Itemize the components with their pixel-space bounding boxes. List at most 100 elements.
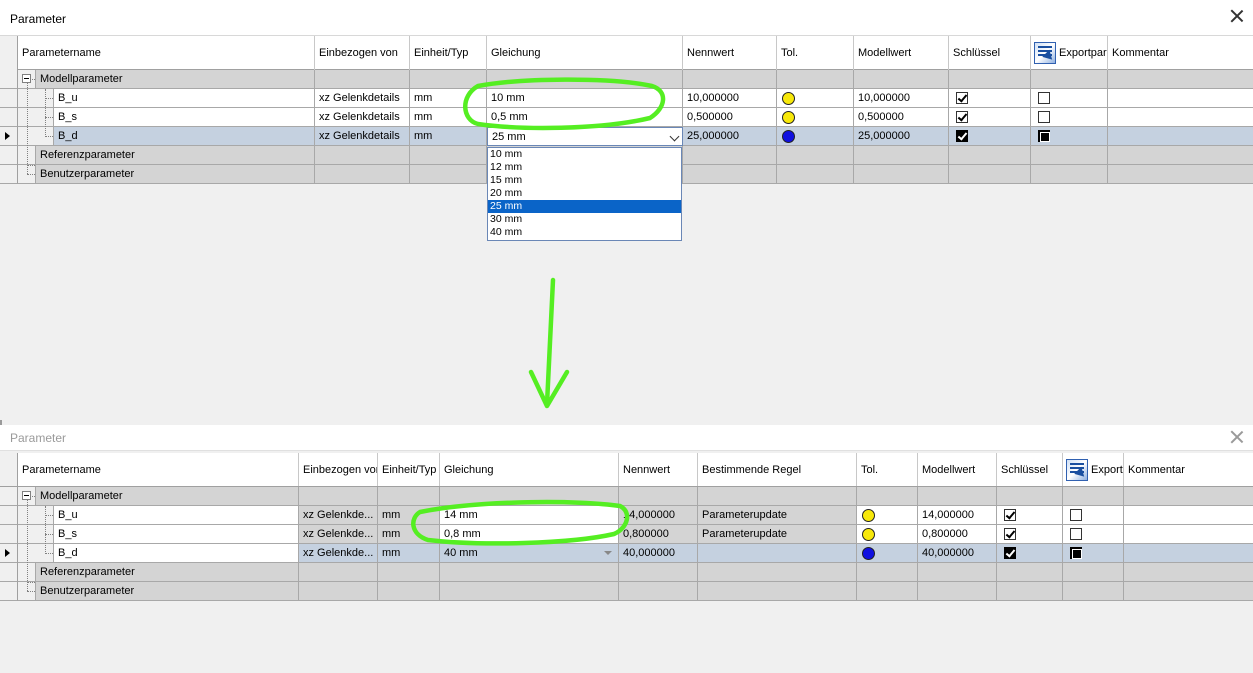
key-checkbox[interactable]	[1004, 547, 1016, 559]
param-export[interactable]	[1031, 89, 1108, 108]
param-tolerance[interactable]	[857, 525, 918, 544]
col-header-einbezogen-von[interactable]: Einbezogen von	[315, 36, 410, 70]
group-row-referenzparameter[interactable]: Referenzparameter	[0, 563, 1253, 582]
param-unit[interactable]: mm	[410, 89, 487, 108]
equation-combobox[interactable]: 25 mm	[487, 127, 683, 146]
export-checkbox[interactable]	[1038, 130, 1050, 142]
col-header-schluessel[interactable]: Schlüssel	[949, 36, 1031, 70]
group-label: Referenzparameter	[35, 146, 315, 165]
param-unit[interactable]: mm	[410, 108, 487, 127]
col-header-schluessel[interactable]: Schlüssel	[997, 453, 1063, 486]
table-row-selected[interactable]: B_d xz Gelenkdetails mm 25 mm 25,000000 …	[0, 127, 1253, 146]
key-checkbox[interactable]	[1004, 528, 1016, 540]
param-export[interactable]	[1063, 506, 1124, 525]
export-checkbox[interactable]	[1070, 547, 1082, 559]
param-key[interactable]	[997, 506, 1063, 525]
close-icon[interactable]	[1229, 429, 1245, 445]
key-checkbox[interactable]	[956, 130, 968, 142]
col-header-export-label: Export	[1091, 463, 1123, 476]
dropdown-option[interactable]: 10 mm	[488, 148, 681, 161]
param-key[interactable]	[997, 525, 1063, 544]
table-row[interactable]: B_u xz Gelenkdetails mm 10 mm 10,000000 …	[0, 89, 1253, 108]
param-comment[interactable]	[1108, 89, 1253, 108]
col-header-nennwert[interactable]: Nennwert	[683, 36, 777, 70]
col-header-bestimmende-regel[interactable]: Bestimmende Regel	[698, 453, 857, 486]
col-header-export[interactable]: Export	[1063, 453, 1124, 486]
param-comment[interactable]	[1108, 127, 1253, 146]
param-equation-field[interactable]: 14 mm	[440, 506, 619, 525]
param-key[interactable]	[949, 89, 1031, 108]
param-unit[interactable]: mm	[378, 544, 440, 563]
table-row[interactable]: B_s xz Gelenkde... mm 0,8 mm 0,800000 Pa…	[0, 525, 1253, 544]
col-header-modellwert[interactable]: Modellwert	[854, 36, 949, 70]
row-gutter	[0, 70, 18, 89]
param-key[interactable]	[949, 108, 1031, 127]
dropdown-option-selected[interactable]: 25 mm	[488, 200, 681, 213]
dropdown-option[interactable]: 30 mm	[488, 213, 681, 226]
param-key[interactable]	[949, 127, 1031, 146]
dropdown-option[interactable]: 40 mm	[488, 226, 681, 239]
dropdown-option[interactable]: 15 mm	[488, 174, 681, 187]
param-comment[interactable]	[1108, 108, 1253, 127]
parameter-dialog-before: Parameter Parametername Einbezogen von E…	[0, 0, 1253, 420]
col-header-parametername[interactable]: Parametername	[18, 453, 299, 486]
equation-combobox[interactable]: 40 mm	[440, 544, 619, 563]
col-header-export[interactable]: Exportpar	[1031, 36, 1108, 70]
table-row[interactable]: B_u xz Gelenkde... mm 14 mm 14,000000 Pa…	[0, 506, 1253, 525]
param-tolerance[interactable]	[777, 89, 854, 108]
key-checkbox[interactable]	[956, 92, 968, 104]
close-icon[interactable]	[1229, 8, 1245, 24]
param-export[interactable]	[1031, 127, 1108, 146]
col-header-parametername[interactable]: Parametername	[18, 36, 315, 70]
dropdown-option[interactable]: 20 mm	[488, 187, 681, 200]
col-header-gleichung[interactable]: Gleichung	[487, 36, 683, 70]
col-header-kommentar[interactable]: Kommentar	[1124, 453, 1253, 486]
empty-cell	[857, 582, 918, 601]
col-header-nennwert[interactable]: Nennwert	[619, 453, 698, 486]
col-header-gleichung[interactable]: Gleichung	[440, 453, 619, 486]
param-tolerance[interactable]	[857, 506, 918, 525]
col-header-tol[interactable]: Tol.	[857, 453, 918, 486]
param-equation-field[interactable]: 10 mm	[487, 89, 683, 108]
chevron-down-icon[interactable]	[669, 131, 680, 142]
param-tolerance[interactable]	[777, 108, 854, 127]
param-export[interactable]	[1031, 108, 1108, 127]
group-row-benutzerparameter[interactable]: Benutzerparameter	[0, 582, 1253, 601]
param-tolerance[interactable]	[857, 544, 918, 563]
param-rule: Parameterupdate	[698, 525, 857, 544]
empty-cell	[918, 487, 997, 506]
export-checkbox[interactable]	[1070, 509, 1082, 521]
equation-dropdown-list[interactable]: 10 mm 12 mm 15 mm 20 mm 25 mm 30 mm 40 m…	[487, 147, 682, 241]
param-unit[interactable]: mm	[410, 127, 487, 146]
col-header-einbezogen-von[interactable]: Einbezogen von	[299, 453, 378, 486]
table-row[interactable]: B_s xz Gelenkdetails mm 0,5 mm 0,500000 …	[0, 108, 1253, 127]
param-unit[interactable]: mm	[378, 506, 440, 525]
dropdown-option[interactable]: 12 mm	[488, 161, 681, 174]
param-unit[interactable]: mm	[378, 525, 440, 544]
param-export[interactable]	[1063, 544, 1124, 563]
table-row-selected[interactable]: B_d xz Gelenkde... mm 40 mm 40,000000 40…	[0, 544, 1253, 563]
export-checkbox[interactable]	[1038, 92, 1050, 104]
col-header-modellwert[interactable]: Modellwert	[918, 453, 997, 486]
group-row-modellparameter[interactable]: Modellparameter	[0, 487, 1253, 506]
param-comment[interactable]	[1124, 525, 1253, 544]
param-equation-field[interactable]: 0,5 mm	[487, 108, 683, 127]
col-header-einheit-typ[interactable]: Einheit/Typ	[410, 36, 487, 70]
empty-cell	[997, 487, 1063, 506]
dropdown-arrow-icon[interactable]	[604, 551, 612, 555]
export-checkbox[interactable]	[1070, 528, 1082, 540]
param-equation-field[interactable]: 0,8 mm	[440, 525, 619, 544]
col-header-kommentar[interactable]: Kommentar	[1108, 36, 1253, 70]
col-header-tol[interactable]: Tol.	[777, 36, 854, 70]
key-checkbox[interactable]	[1004, 509, 1016, 521]
col-header-einheit-typ[interactable]: Einheit/Typ	[378, 453, 440, 486]
param-comment[interactable]	[1124, 506, 1253, 525]
param-comment[interactable]	[1124, 544, 1253, 563]
export-checkbox[interactable]	[1038, 111, 1050, 123]
tree-line	[45, 117, 53, 118]
param-tolerance[interactable]	[777, 127, 854, 146]
group-row-modellparameter[interactable]: Modellparameter	[0, 70, 1253, 89]
param-export[interactable]	[1063, 525, 1124, 544]
key-checkbox[interactable]	[956, 111, 968, 123]
param-key[interactable]	[997, 544, 1063, 563]
